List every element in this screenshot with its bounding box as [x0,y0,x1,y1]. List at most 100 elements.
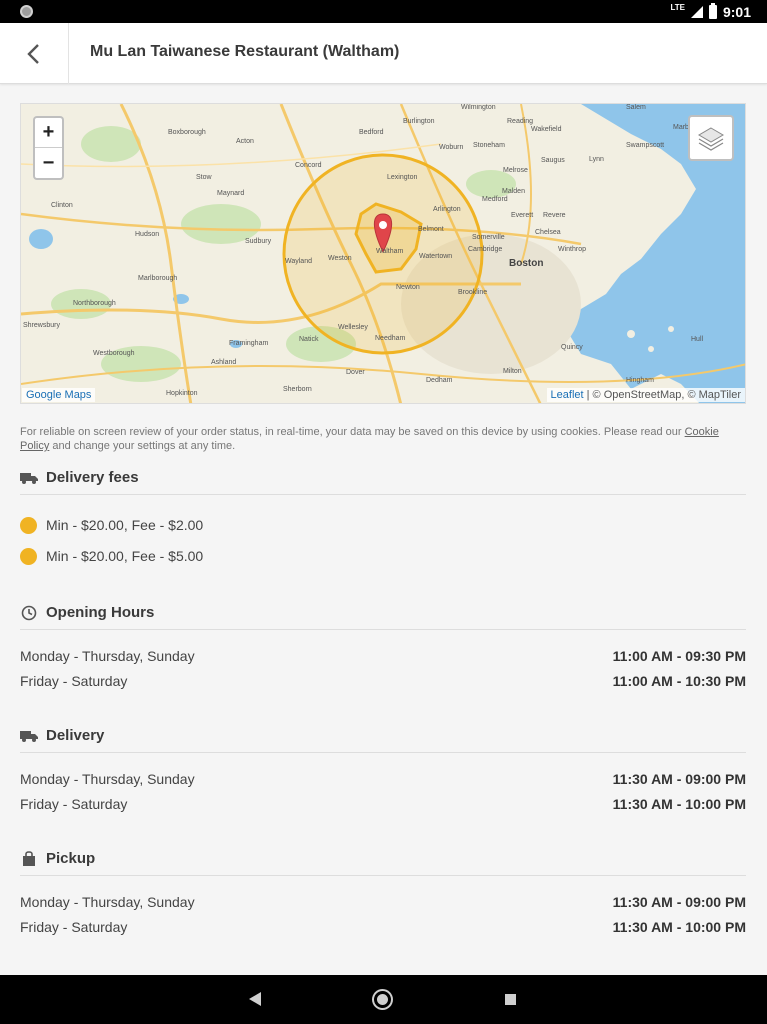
map-label-wakefield: Wakefield [531,126,562,133]
pickup-header: Pickup [20,849,746,876]
hours-time: 11:00 AM - 10:30 PM [612,673,746,689]
delivery-fees-header: Delivery fees [20,468,746,495]
nav-home-icon[interactable] [374,991,391,1008]
hours-row: Friday - Saturday 11:30 AM - 10:00 PM [20,796,746,816]
hours-row: Monday - Thursday, Sunday 11:30 AM - 09:… [20,771,746,791]
zoom-in-button[interactable]: + [35,118,62,148]
map-label-chelsea: Chelsea [535,229,561,236]
map-label-saugus: Saugus [541,157,565,164]
map-label-belmont: Belmont [418,226,444,233]
map-attribution: Leaflet | © OpenStreetMap, © MapTiler [546,388,745,402]
map-label-lynn: Lynn [589,156,604,163]
signal-icon [690,5,703,18]
map-label-weston: Weston [328,255,352,262]
back-button[interactable] [0,23,69,84]
map-label-lexington: Lexington [387,174,418,181]
map-label-hull: Hull [691,336,704,343]
map-label-somerville: Somerville [472,234,505,241]
map-label-acton: Acton [236,138,254,145]
map-label-sudbury: Sudbury [245,238,272,245]
map-label-watertown: Watertown [419,253,453,260]
map-label-reading: Reading [507,118,534,125]
cookie-text-after: and change your settings at any time. [49,440,236,452]
fee-label: Min - $20.00, Fee - $2.00 [46,517,204,533]
leaflet-link[interactable]: Leaflet [551,389,584,401]
hours-day: Friday - Saturday [20,919,128,935]
map-attribution-text: | © OpenStreetMap, © MapTiler [583,389,741,401]
zoom-out-button[interactable]: − [35,148,62,178]
status-bar: LTE 9:01 [0,0,767,23]
map-label-westborough: Westborough [93,350,135,357]
map-label-needham: Needham [375,335,406,342]
map-label-stoneham: Stoneham [473,142,505,149]
notification-icon [20,5,33,18]
map-label-wellesley: Wellesley [338,324,368,331]
map-label-bedford: Bedford [359,129,384,136]
hours-time: 11:30 AM - 09:00 PM [612,771,746,787]
map-label-sherborn: Sherborn [283,386,312,393]
map-label-clinton: Clinton [51,202,73,209]
cookie-text-before: For reliable on screen review of your or… [20,426,685,438]
map-label-milton: Milton [503,368,522,375]
map-label-revere: Revere [543,212,566,219]
map-label-hopkinton: Hopkinton [166,390,198,397]
map-label-quincy: Quincy [561,344,583,351]
hours-day: Monday - Thursday, Sunday [20,894,195,910]
map-label-wayland: Wayland [285,258,312,265]
network-type: LTE [670,3,685,12]
opening-hours-header: Opening Hours [20,603,746,630]
page-title: Mu Lan Taiwanese Restaurant (Waltham) [90,43,400,60]
cookie-notice: For reliable on screen review of your or… [20,425,746,453]
map-label-newton: Newton [396,284,420,291]
google-maps-link[interactable]: Google Maps [22,388,96,402]
fee-item: Min - $20.00, Fee - $2.00 [20,515,203,535]
map-label-concord: Concord [295,162,322,169]
hours-time: 11:00 AM - 09:30 PM [612,648,746,664]
map-label-arlington: Arlington [433,206,461,213]
delivery-header: Delivery [20,726,746,753]
hours-day: Monday - Thursday, Sunday [20,648,195,664]
map-label-maynard: Maynard [217,190,245,197]
hours-row: Monday - Thursday, Sunday 11:30 AM - 09:… [20,894,746,914]
status-right: LTE 9:01 [670,2,751,20]
system-nav-bar [0,975,767,1024]
map-label-dover: Dover [346,369,365,376]
map-label-northborough: Northborough [73,300,116,307]
map-label-hingham: Hingham [626,377,655,384]
delivery-fees-title: Delivery fees [46,469,139,486]
map-label-brookline: Brookline [458,289,488,296]
map-label-hudson: Hudson [135,231,160,238]
hours-row: Friday - Saturday 11:00 AM - 10:30 PM [20,673,746,693]
fee-label: Min - $20.00, Fee - $5.00 [46,548,204,564]
zone-color-dot [20,547,37,565]
map-label-burlington: Burlington [403,118,435,125]
truck-icon [20,470,38,486]
delivery-title: Delivery [46,727,105,744]
map-label-winthrop: Winthrop [558,246,587,253]
chevron-left-icon [27,43,39,64]
layers-button[interactable] [688,115,734,161]
delivery-map[interactable]: Boston Lexington Burlington Woburn Bedfo… [20,103,746,404]
layers-icon [698,127,724,151]
zone-color-dot [20,516,37,534]
map-label-waltham: Waltham [376,248,404,255]
nav-recents-icon[interactable] [505,994,516,1005]
map-label-boxborough: Boxborough [168,129,206,136]
map-label-swampscott: Swampscott [626,142,665,149]
map-label-malden: Malden [502,188,525,195]
hours-day: Friday - Saturday [20,796,128,812]
app-bar: Mu Lan Taiwanese Restaurant (Waltham) [0,23,767,84]
map-label-ashland: Ashland [211,359,237,366]
shopping-bag-icon [20,851,38,867]
map-label-cambridge: Cambridge [468,246,503,253]
map-label-medford: Medford [482,196,508,203]
map-label-shrewsbury: Shrewsbury [23,322,60,329]
fee-item: Min - $20.00, Fee - $5.00 [20,546,203,566]
hours-day: Friday - Saturday [20,673,128,689]
pickup-title: Pickup [46,850,96,867]
map-label-boston: Boston [509,258,544,269]
hours-day: Monday - Thursday, Sunday [20,771,195,787]
clock-icon [20,605,38,621]
map-label-dedham: Dedham [426,377,453,384]
nav-back-icon[interactable] [249,992,261,1006]
